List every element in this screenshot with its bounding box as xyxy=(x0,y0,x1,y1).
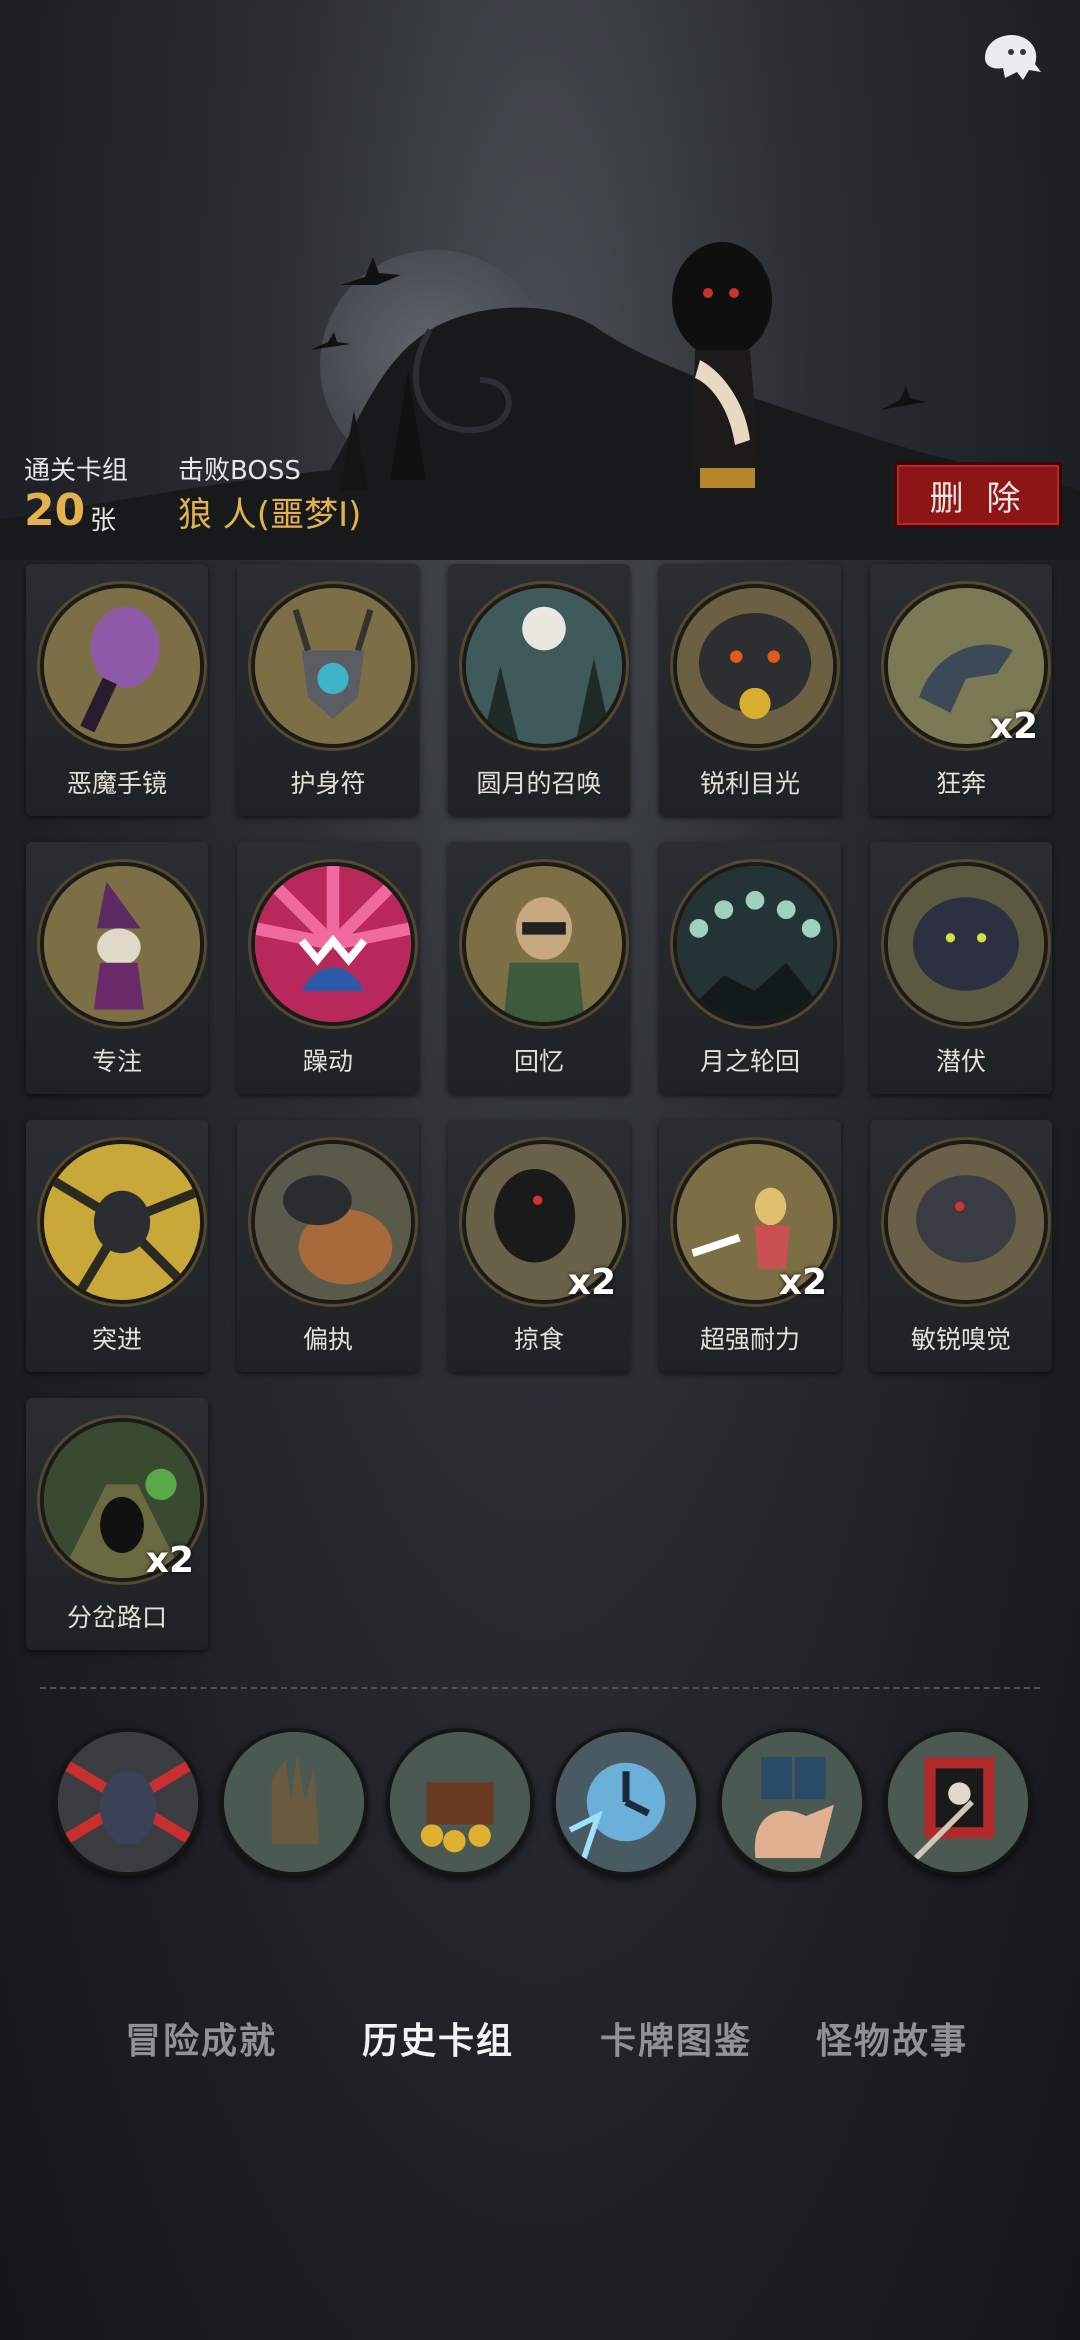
pirate-flag-relic-icon[interactable] xyxy=(884,1728,1032,1876)
card[interactable]: 偏执 xyxy=(237,1120,419,1372)
card[interactable]: 护身符 xyxy=(237,564,419,816)
werewolf-relic-icon[interactable] xyxy=(54,1728,202,1876)
card[interactable]: x2 超强耐力 xyxy=(659,1120,841,1372)
card-label: 突进 xyxy=(91,1325,142,1354)
restless-icon xyxy=(251,862,415,1026)
old-man-icon xyxy=(462,862,626,1026)
card-label: 护身符 xyxy=(290,769,366,798)
card-label: 掠食 xyxy=(513,1325,564,1354)
card-label: 分岔路口 xyxy=(66,1603,167,1632)
cards-label: 通关卡组 xyxy=(24,456,129,486)
tab-adventure-achievements[interactable]: 冒险成就 xyxy=(125,2012,277,2064)
card[interactable]: 恶魔手镜 xyxy=(26,564,208,816)
cards-count: 20 xyxy=(24,485,86,536)
card-label: 圆月的召唤 xyxy=(476,769,602,798)
card[interactable]: 月之轮回 xyxy=(659,842,841,1094)
card[interactable]: 敏锐嗅觉 xyxy=(870,1120,1052,1372)
card-label: 月之轮回 xyxy=(699,1047,800,1076)
demon-mirror-icon xyxy=(40,584,204,748)
card[interactable]: 潜伏 xyxy=(870,842,1052,1094)
card-label: 专注 xyxy=(91,1047,142,1076)
cards-unit: 张 xyxy=(90,506,117,536)
card-label: 锐利目光 xyxy=(699,769,800,798)
treasure-chest-relic-icon[interactable] xyxy=(386,1728,534,1876)
ghost-icon[interactable] xyxy=(975,28,1045,88)
wolf-bear-icon xyxy=(251,1140,415,1304)
card[interactable]: 锐利目光 xyxy=(659,564,841,816)
card-label: 回忆 xyxy=(513,1047,564,1076)
card-label: 超强耐力 xyxy=(699,1325,800,1354)
card[interactable]: 回忆 xyxy=(448,842,630,1094)
card-label: 潜伏 xyxy=(935,1047,986,1076)
hand-cards-relic-icon[interactable] xyxy=(718,1728,866,1876)
tab-monster-stories[interactable]: 怪物故事 xyxy=(816,2012,968,2064)
lurking-wolf-icon xyxy=(884,862,1048,1026)
card-label: 敏锐嗅觉 xyxy=(910,1325,1011,1354)
card[interactable]: 突进 xyxy=(26,1120,208,1372)
card-count-badge: x2 xyxy=(989,706,1038,747)
wolf-gaze-icon xyxy=(673,584,837,748)
divider xyxy=(40,1687,1040,1689)
card[interactable]: 专注 xyxy=(26,842,208,1094)
full-moon-icon xyxy=(462,584,626,748)
delete-button[interactable]: 删 除 xyxy=(894,462,1062,528)
card-count-badge: x2 xyxy=(778,1262,827,1303)
clock-relic-icon[interactable] xyxy=(552,1728,700,1876)
wizard-icon xyxy=(40,862,204,1026)
card[interactable]: 躁动 xyxy=(237,842,419,1094)
hand-statue-relic-icon[interactable] xyxy=(220,1728,368,1876)
moon-phases-icon xyxy=(673,862,837,1026)
keen-smell-icon xyxy=(884,1140,1048,1304)
tab-card-gallery[interactable]: 卡牌图鉴 xyxy=(600,2012,752,2064)
card-count-badge: x2 xyxy=(145,1540,194,1581)
boss-name: 狼 人(噩梦I) xyxy=(178,495,362,535)
tab-history-decks[interactable]: 历史卡组 xyxy=(362,2012,514,2064)
card-label: 躁动 xyxy=(302,1047,353,1076)
card-label: 狂奔 xyxy=(935,769,986,798)
amulet-icon xyxy=(251,584,415,748)
card-label: 偏执 xyxy=(302,1325,353,1354)
card-label: 恶魔手镜 xyxy=(66,769,167,798)
card[interactable]: x2 掠食 xyxy=(448,1120,630,1372)
card[interactable]: x2 狂奔 xyxy=(870,564,1052,816)
card[interactable]: x2 分岔路口 xyxy=(26,1398,208,1650)
card-count-badge: x2 xyxy=(567,1262,616,1303)
boss-label: 击败BOSS xyxy=(178,456,301,486)
card[interactable]: 圆月的召唤 xyxy=(448,564,630,816)
lunge-icon xyxy=(40,1140,204,1304)
